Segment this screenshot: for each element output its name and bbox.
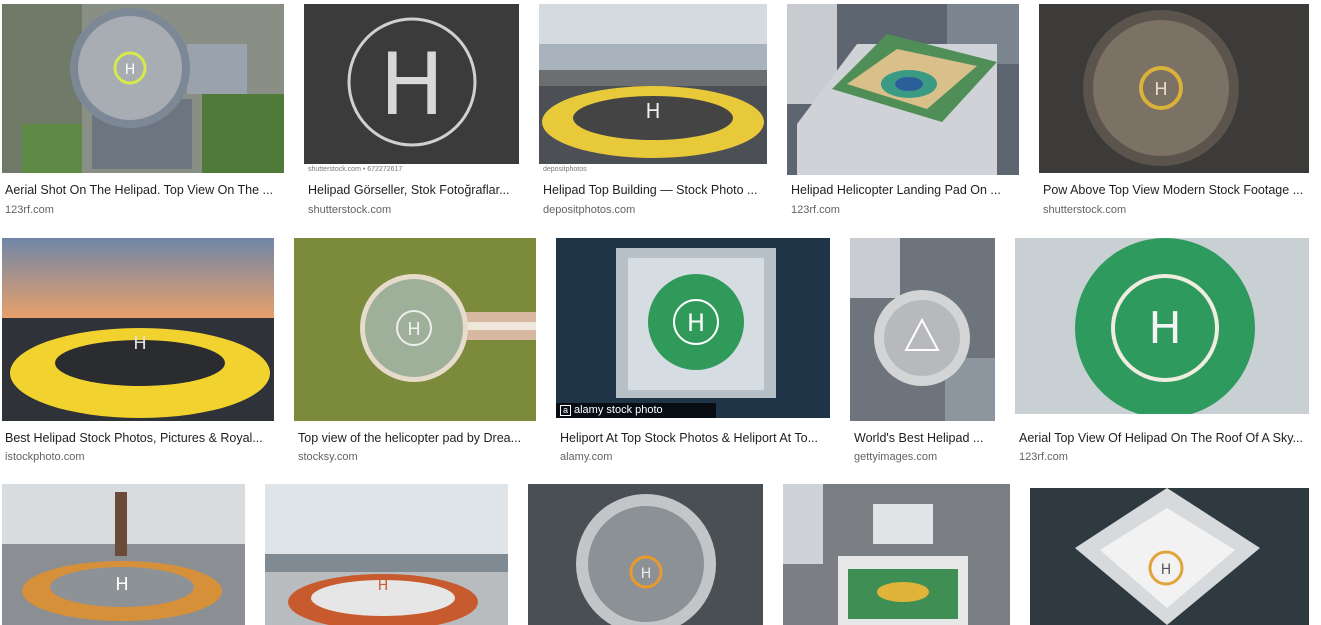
result-source: stocksy.com xyxy=(298,451,358,463)
alamy-watermark: a alamy stock photo xyxy=(556,403,716,418)
helipad-image: H xyxy=(2,484,245,625)
svg-text:H: H xyxy=(687,309,705,337)
watermark-text: alamy stock photo xyxy=(574,404,663,416)
svg-text:H: H xyxy=(645,99,660,123)
svg-text:H: H xyxy=(1154,79,1168,100)
result-title[interactable]: Helipad Top Building — Stock Photo ... xyxy=(543,182,767,198)
result-thumbnail[interactable]: H xyxy=(1039,4,1309,173)
result-tile[interactable]: H Pow Above Top View Modern Stock Footag… xyxy=(1039,4,1309,222)
result-thumbnail[interactable]: H xyxy=(2,238,274,421)
svg-text:H: H xyxy=(407,319,421,340)
result-tile[interactable]: H Top view of the helicopter pad by Drea… xyxy=(294,238,536,464)
result-thumbnail[interactable]: H shutterstock.com • 672272617 xyxy=(304,4,519,175)
result-tile[interactable]: H Aerial Top View Of Helipad On The Roof… xyxy=(1015,238,1309,464)
result-source: shutterstock.com xyxy=(1043,204,1127,216)
result-title[interactable]: Top view of the helicopter pad by Drea..… xyxy=(298,430,532,446)
result-title[interactable]: Aerial Shot On The Helipad. Top View On … xyxy=(5,182,283,198)
helipad-image: H xyxy=(556,238,830,418)
svg-text:H: H xyxy=(115,574,129,595)
result-thumbnail[interactable]: H xyxy=(1030,488,1309,625)
result-title[interactable]: Helipad Görseller, Stok Fotoğraflar... xyxy=(308,182,518,198)
svg-text:H: H xyxy=(133,333,147,354)
svg-text:H: H xyxy=(641,566,652,582)
result-title[interactable]: Best Helipad Stock Photos, Pictures & Ro… xyxy=(5,430,273,446)
watermark-strip: shutterstock.com • 672272617 xyxy=(304,164,519,175)
helipad-image: H xyxy=(1015,238,1309,414)
result-tile[interactable] xyxy=(783,484,1010,625)
alamy-logo-icon: a xyxy=(560,405,571,416)
helipad-image: H xyxy=(539,4,767,175)
result-thumbnail[interactable]: H a alamy stock photo xyxy=(556,238,830,418)
helipad-image: H xyxy=(1039,4,1309,173)
result-thumbnail[interactable] xyxy=(850,238,995,421)
helipad-image: H xyxy=(304,4,519,175)
helipad-image xyxy=(850,238,995,421)
result-title[interactable]: Heliport At Top Stock Photos & Heliport … xyxy=(560,430,828,446)
result-tile[interactable]: H xyxy=(265,484,508,625)
svg-text:H: H xyxy=(378,578,389,594)
result-thumbnail[interactable]: H xyxy=(2,4,284,173)
result-tile[interactable]: H xyxy=(528,484,763,625)
result-title[interactable]: World's Best Helipad ... xyxy=(854,430,995,446)
result-thumbnail[interactable] xyxy=(787,4,1019,175)
result-source: 123rf.com xyxy=(791,204,840,216)
result-thumbnail[interactable]: H xyxy=(294,238,536,421)
result-title[interactable]: Aerial Top View Of Helipad On The Roof O… xyxy=(1019,430,1307,446)
result-tile[interactable]: Helipad Helicopter Landing Pad On ... 12… xyxy=(787,4,1019,222)
helipad-image: H xyxy=(528,484,763,625)
result-tile[interactable]: H xyxy=(1030,488,1309,625)
result-tile[interactable]: H Best Helipad Stock Photos, Pictures & … xyxy=(2,238,274,464)
result-source: istockphoto.com xyxy=(5,451,85,463)
result-title[interactable]: Helipad Helicopter Landing Pad On ... xyxy=(791,182,1017,198)
result-source: 123rf.com xyxy=(1019,451,1068,463)
result-tile[interactable]: H xyxy=(2,484,245,625)
result-thumbnail[interactable] xyxy=(783,484,1010,625)
watermark-strip: depositphotos xyxy=(539,164,767,175)
result-thumbnail[interactable]: H xyxy=(265,484,508,625)
helipad-image: H xyxy=(294,238,536,421)
result-tile[interactable]: World's Best Helipad ... gettyimages.com xyxy=(850,238,995,464)
helipad-image xyxy=(783,484,1010,625)
helipad-image: H xyxy=(2,4,284,173)
result-source: depositphotos.com xyxy=(543,204,636,216)
helipad-image xyxy=(787,4,1019,175)
result-title[interactable]: Pow Above Top View Modern Stock Footage … xyxy=(1043,182,1309,198)
result-source: shutterstock.com xyxy=(308,204,392,216)
result-source: gettyimages.com xyxy=(854,451,938,463)
svg-text:H: H xyxy=(125,62,136,78)
result-tile[interactable]: H a alamy stock photo Heliport At Top Sto… xyxy=(556,238,830,464)
helipad-image: H xyxy=(2,238,274,421)
svg-text:H: H xyxy=(1161,562,1172,578)
result-tile[interactable]: H shutterstock.com • 672272617 Helipad G… xyxy=(304,4,519,222)
helipad-image: H xyxy=(265,484,508,625)
result-thumbnail[interactable]: H xyxy=(528,484,763,625)
result-tile[interactable]: H Aerial Shot On The Helipad. Top View O… xyxy=(2,4,284,222)
result-thumbnail[interactable]: H xyxy=(1015,238,1309,414)
svg-text:H: H xyxy=(380,35,445,135)
svg-text:H: H xyxy=(1148,303,1181,354)
result-tile[interactable]: H depositphotos Helipad Top Building — S… xyxy=(539,4,767,222)
result-thumbnail[interactable]: H depositphotos xyxy=(539,4,767,175)
result-thumbnail[interactable]: H xyxy=(2,484,245,625)
helipad-image: H xyxy=(1030,488,1309,625)
result-source: alamy.com xyxy=(560,451,613,463)
result-source: 123rf.com xyxy=(5,204,54,216)
